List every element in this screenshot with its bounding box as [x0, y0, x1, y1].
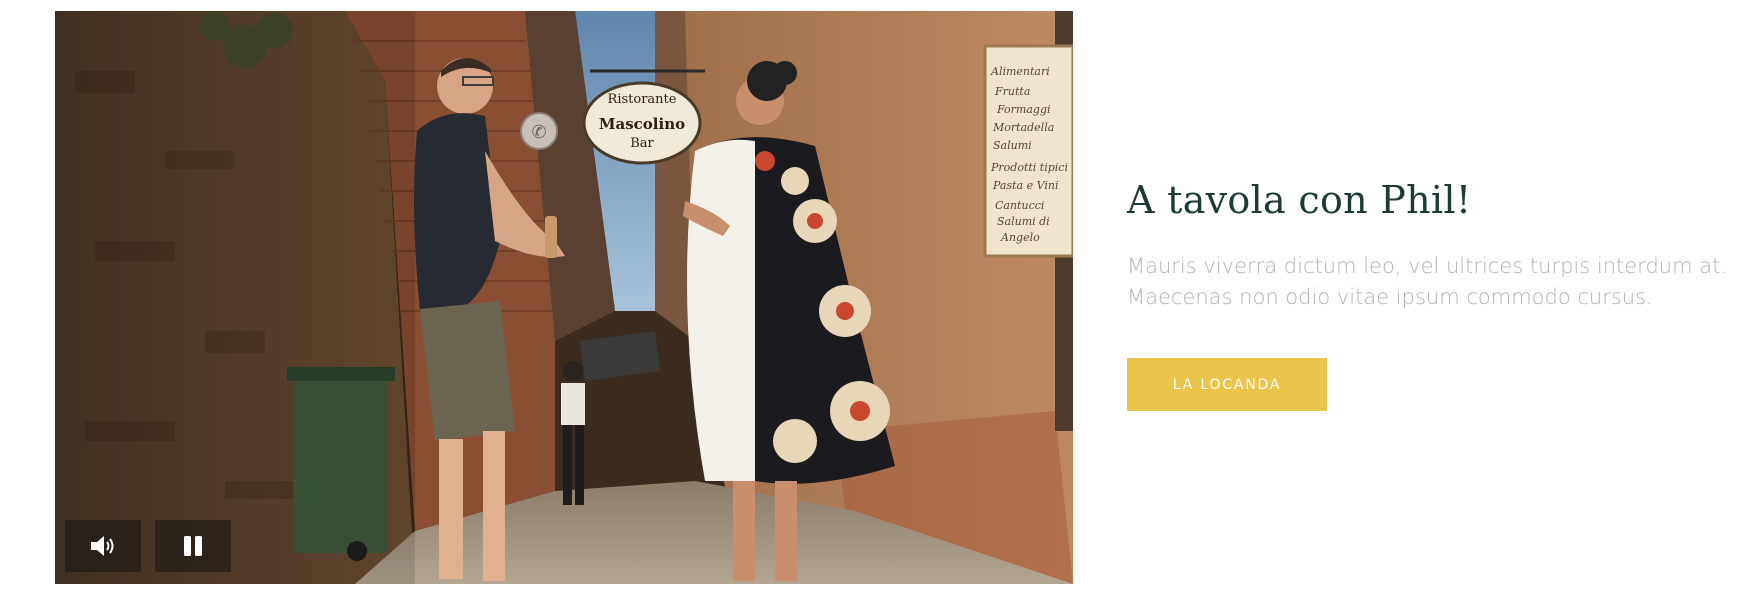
section-description: Mauris viverra dictum leo, vel ultrices … — [1127, 254, 1727, 309]
page: ✆ Ristorante Mascolino Bar Alimentari Fr… — [0, 0, 1754, 594]
shop-line: Formaggi — [996, 103, 1051, 116]
shop-line: Salumi di — [997, 215, 1050, 228]
section-title: A tavola con Phil! — [1127, 178, 1472, 222]
sign-line-2: Mascolino — [599, 115, 685, 133]
shop-line: Alimentari — [990, 65, 1050, 78]
background-pedestrian — [561, 361, 585, 505]
pause-icon — [184, 536, 202, 556]
volume-icon — [91, 536, 114, 556]
la-locanda-button[interactable]: LA LOCANDA — [1127, 358, 1327, 411]
shop-line: Mortadella — [992, 121, 1054, 134]
mute-button[interactable] — [65, 520, 141, 572]
shop-line: Pasta e Vini — [992, 179, 1058, 192]
sign-line-1: Ristorante — [608, 92, 677, 107]
svg-text:✆: ✆ — [531, 122, 546, 143]
hero-video[interactable]: ✆ Ristorante Mascolino Bar Alimentari Fr… — [55, 11, 1073, 584]
shop-line: Angelo — [1000, 231, 1040, 244]
content-panel: A tavola con Phil! Mauris viverra dictum… — [1127, 0, 1727, 594]
sign-line-3: Bar — [630, 136, 654, 151]
shop-line: Salumi — [993, 139, 1032, 152]
video-frame: ✆ Ristorante Mascolino Bar Alimentari Fr… — [55, 11, 1073, 584]
shop-line: Cantucci — [995, 199, 1044, 212]
pause-button[interactable] — [155, 520, 231, 572]
shop-line: Prodotti tipici — [990, 161, 1068, 174]
shop-line: Frutta — [994, 85, 1030, 98]
